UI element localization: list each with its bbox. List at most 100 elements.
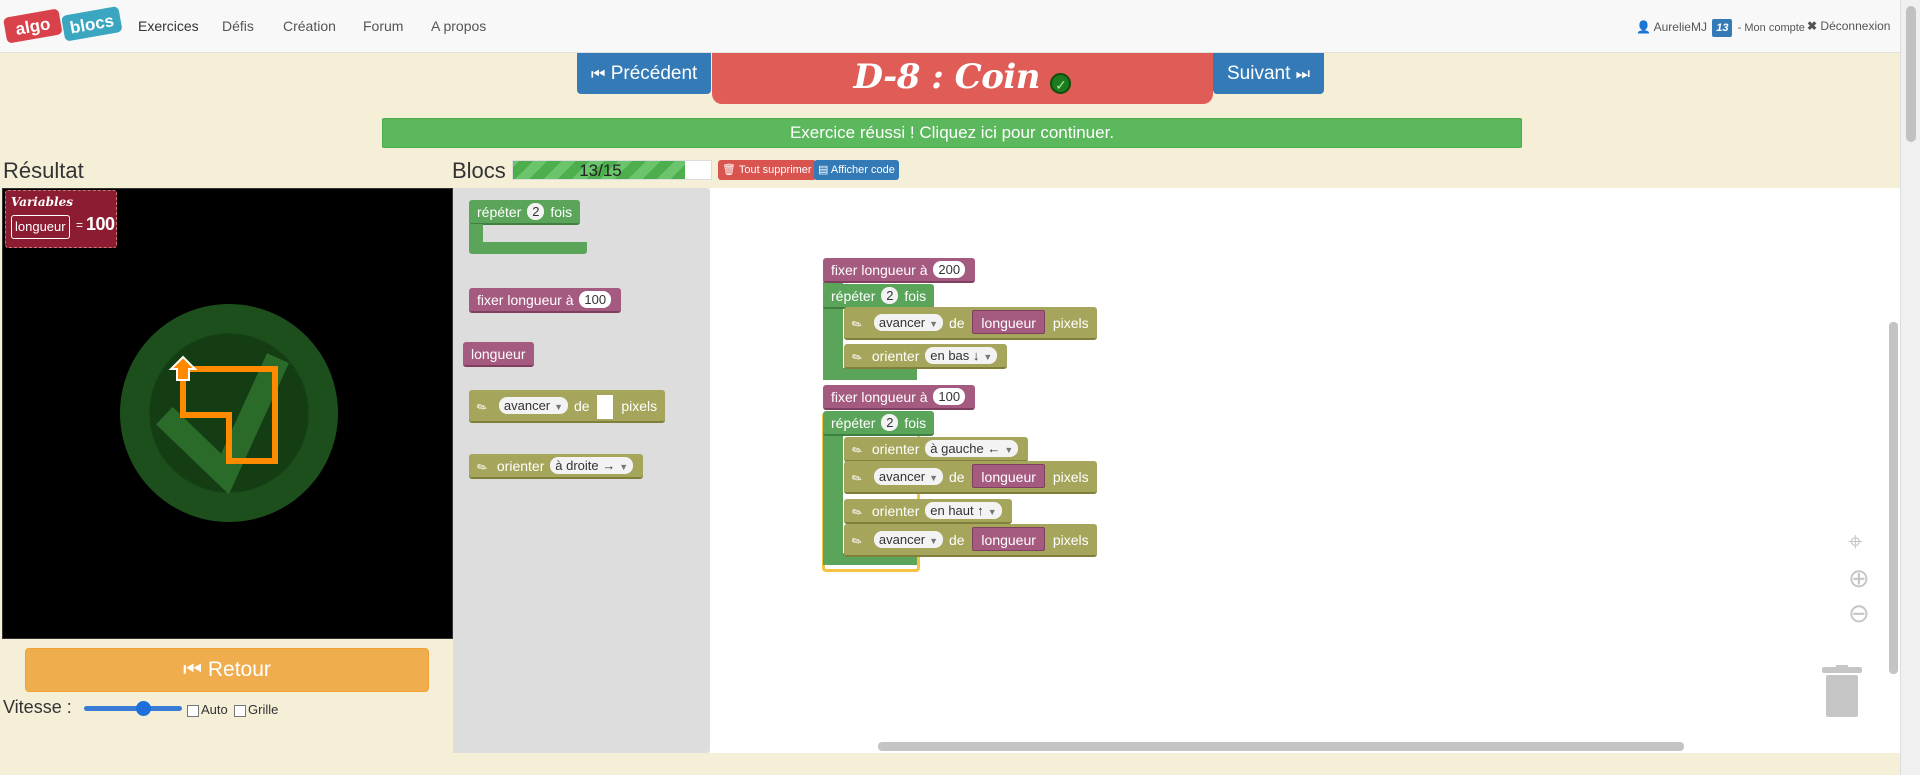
workspace-horizontal-scrollbar[interactable] bbox=[878, 742, 1684, 751]
user-menu[interactable]: 👤 AurelieMJ 13 - Mon compte bbox=[1636, 19, 1805, 37]
pencil-icon: ✎ bbox=[849, 503, 866, 522]
workspace-vertical-scrollbar[interactable] bbox=[1889, 322, 1898, 674]
repeat1-foot bbox=[823, 368, 917, 380]
orient1-label: orienter bbox=[871, 348, 920, 364]
previous-button[interactable]: ⏮ Précédent bbox=[577, 53, 712, 94]
forward2-var[interactable]: longueur bbox=[972, 464, 1045, 488]
grid-checkbox[interactable] bbox=[234, 704, 246, 717]
forward2-pixels: pixels bbox=[1052, 469, 1089, 485]
blockly-workspace[interactable]: fixer longueur à 200 répéter 2 fois ✎ av… bbox=[710, 188, 1900, 753]
orient-left-dropdown[interactable]: à gauche ← ▼ bbox=[925, 440, 1019, 457]
pencil-icon: ✎ bbox=[474, 458, 491, 477]
forward2-block[interactable]: ✎ avancer ▼ de longueur pixels bbox=[844, 461, 1097, 494]
repeat2-post: fois bbox=[904, 415, 927, 431]
toolbox-set-length-block[interactable]: fixer longueur à 100 bbox=[469, 288, 622, 313]
set-length-100-block[interactable]: fixer longueur à 100 bbox=[823, 385, 976, 410]
speed-slider-knob[interactable] bbox=[136, 701, 152, 716]
show-code-button[interactable]: ▤ Afficher code bbox=[814, 160, 899, 180]
repeat2-pre: répéter bbox=[831, 415, 876, 431]
toolbox-forward-dropdown[interactable]: avancer ▼ bbox=[498, 397, 569, 414]
toolbox-forward-empty-input bbox=[597, 395, 614, 420]
forward3-var[interactable]: longueur bbox=[972, 527, 1045, 551]
page-scrollbar-thumb[interactable] bbox=[1906, 6, 1916, 142]
toolbox-set-label: fixer longueur à bbox=[477, 292, 574, 308]
toolbox-forward-block[interactable]: ✎ avancer ▼ de pixels bbox=[469, 390, 666, 423]
exercise-title-box: D-8 : Coin ✓ bbox=[712, 53, 1213, 104]
toolbox-forward-de: de bbox=[573, 398, 590, 414]
speed-slider[interactable] bbox=[84, 701, 182, 716]
skip-forward-icon: ⏭ bbox=[1295, 66, 1311, 83]
toolbox-orient-dropdown[interactable]: à droite → ▼ bbox=[550, 457, 634, 474]
forward3-dropdown[interactable]: avancer ▼ bbox=[873, 531, 944, 548]
auto-checkbox[interactable] bbox=[187, 704, 199, 717]
nav-apropos[interactable]: A propos bbox=[431, 18, 486, 34]
success-banner[interactable]: Exercice réussi ! Cliquez ici pour conti… bbox=[382, 118, 1522, 148]
forward1-block[interactable]: ✎ avancer ▼ de longueur pixels bbox=[844, 307, 1097, 340]
forward2-dropdown[interactable]: avancer ▼ bbox=[873, 468, 944, 485]
repeat1-count[interactable]: 2 bbox=[881, 287, 899, 304]
orient-up-block[interactable]: ✎ orienter en haut ↑ ▼ bbox=[844, 499, 1012, 524]
delete-all-label: Tout supprimer bbox=[738, 164, 812, 176]
orient-down-block[interactable]: ✎ orienter en bas ↓ ▼ bbox=[844, 344, 1008, 369]
orient-up-dropdown[interactable]: en haut ↑ ▼ bbox=[925, 502, 1002, 519]
toolbox-repeat-pre: répéter bbox=[477, 204, 522, 220]
set1-value[interactable]: 200 bbox=[933, 261, 966, 278]
toolbox-orient-block[interactable]: ✎ orienter à droite → ▼ bbox=[469, 454, 644, 479]
orient-down-dropdown[interactable]: en bas ↓ ▼ bbox=[925, 347, 998, 364]
orient-left-block[interactable]: ✎ orienter à gauche ← ▼ bbox=[844, 437, 1029, 462]
logout-label: Déconnexion bbox=[1820, 19, 1891, 33]
pencil-icon: ✎ bbox=[474, 398, 490, 417]
blockly-toolbox: répéter 2 fois fixer longueur à 100 long… bbox=[453, 188, 710, 753]
repeat2-count[interactable]: 2 bbox=[881, 414, 899, 431]
forward3-pixels: pixels bbox=[1052, 532, 1089, 548]
next-button[interactable]: Suivant ⏭ bbox=[1213, 53, 1325, 94]
next-label: Suivant bbox=[1227, 63, 1291, 84]
retour-button[interactable]: ⏮ Retour bbox=[25, 648, 429, 692]
forward3-block[interactable]: ✎ avancer ▼ de longueur pixels bbox=[844, 524, 1097, 557]
set2-value[interactable]: 100 bbox=[933, 388, 966, 405]
toolbox-length-var-block[interactable]: longueur bbox=[463, 342, 534, 367]
algobocs-logo[interactable]: algo blocs bbox=[3, 3, 123, 49]
trash-can-icon[interactable] bbox=[1820, 665, 1864, 719]
toolbox-repeat-count[interactable]: 2 bbox=[527, 203, 545, 220]
toolbox-set-value[interactable]: 100 bbox=[579, 291, 612, 308]
nav-exercices[interactable]: Exercices bbox=[138, 18, 199, 34]
result-canvas[interactable]: Variables longueur = 100 bbox=[2, 188, 453, 639]
repeat1-block[interactable]: répéter 2 fois bbox=[823, 284, 935, 309]
forward1-dropdown[interactable]: avancer ▼ bbox=[873, 314, 944, 331]
set-length-200-block[interactable]: fixer longueur à 200 bbox=[823, 258, 976, 283]
auto-label: Auto bbox=[201, 702, 228, 717]
repeat2-block[interactable]: répéter 2 fois bbox=[823, 411, 935, 436]
my-account-link[interactable]: - Mon compte bbox=[1738, 22, 1805, 34]
pencil-icon: ✎ bbox=[849, 469, 865, 488]
navbar: algo blocs Exercices Défis Création Foru… bbox=[0, 0, 1900, 53]
logout-link[interactable]: ✖ Déconnexion bbox=[1807, 19, 1890, 33]
grid-label: Grille bbox=[248, 702, 279, 717]
recenter-icon[interactable]: ⌖ bbox=[1848, 526, 1863, 558]
skip-back-icon: ⏮ bbox=[591, 66, 606, 83]
toolbox-orient-label: orienter bbox=[496, 458, 545, 474]
auto-checkbox-row[interactable]: Auto bbox=[187, 702, 228, 717]
set2-label: fixer longueur à bbox=[831, 389, 928, 405]
grid-checkbox-row[interactable]: Grille bbox=[234, 702, 278, 717]
nav-defis[interactable]: Défis bbox=[222, 18, 254, 34]
rewind-icon: ⏮ bbox=[183, 658, 203, 681]
zoom-out-icon[interactable]: ⊖ bbox=[1848, 598, 1870, 629]
toolbox-repeat-block[interactable]: répéter 2 fois bbox=[469, 200, 589, 260]
forward1-de: de bbox=[948, 315, 965, 331]
variable-equals: = bbox=[76, 218, 84, 232]
block-count-progress: 13/15 bbox=[512, 160, 712, 180]
toolbox-repeat-head[interactable]: répéter 2 fois bbox=[469, 200, 581, 225]
orient2-label: orienter bbox=[871, 441, 920, 457]
nav-forum[interactable]: Forum bbox=[363, 18, 403, 34]
zoom-in-icon[interactable]: ⊕ bbox=[1848, 563, 1870, 594]
nav-creation[interactable]: Création bbox=[283, 18, 336, 34]
forward1-pixels: pixels bbox=[1052, 315, 1089, 331]
page-scrollbar[interactable] bbox=[1900, 0, 1920, 775]
delete-all-button[interactable]: 🗑 Tout supprimer bbox=[718, 160, 816, 180]
variable-name: longueur bbox=[11, 215, 70, 239]
forward1-var[interactable]: longueur bbox=[972, 310, 1045, 334]
toolbox-repeat-post: fois bbox=[550, 204, 573, 220]
user-badge: 13 bbox=[1712, 19, 1733, 37]
show-code-label: Afficher code bbox=[830, 164, 895, 176]
